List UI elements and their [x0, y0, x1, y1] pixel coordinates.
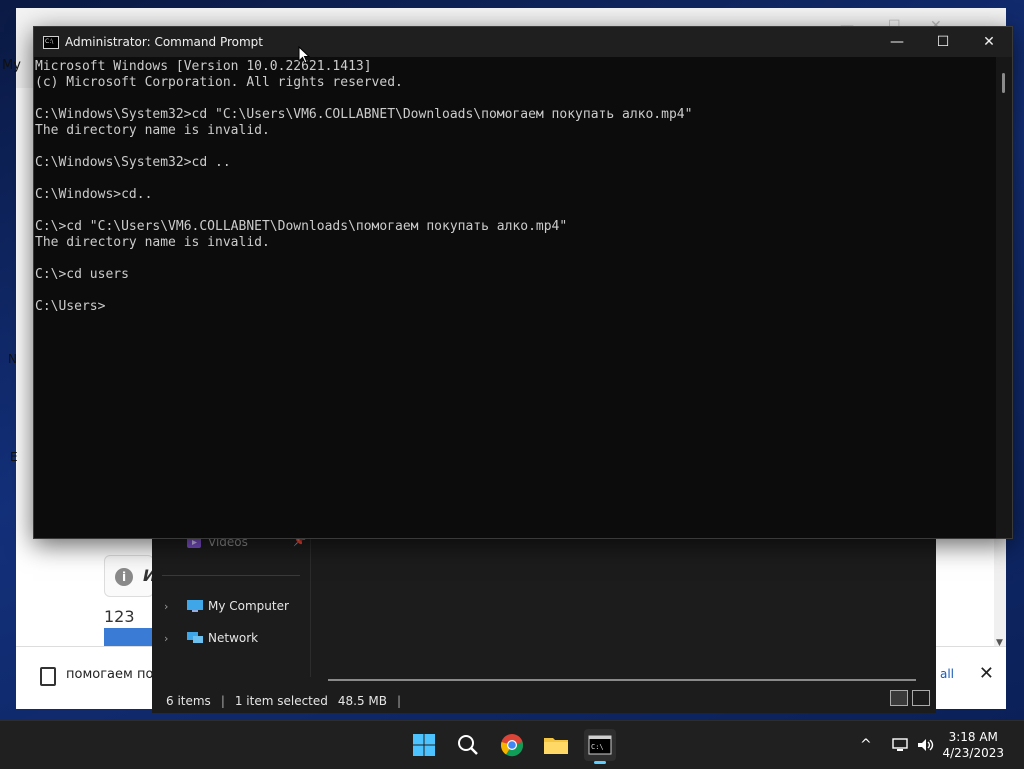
nav-item-network[interactable]: › Network	[152, 628, 258, 648]
svg-text:C:\: C:\	[591, 743, 604, 751]
maximize-button[interactable]: ☐	[920, 27, 966, 57]
nav-label-network: Network	[208, 631, 259, 645]
network-tray-icon[interactable]	[892, 721, 910, 769]
file-explorer-icon[interactable]	[540, 729, 572, 761]
start-icon[interactable]	[408, 729, 440, 761]
nav-item-my-computer[interactable]: › My Computer	[152, 596, 289, 616]
terminal-icon[interactable]: C:\	[584, 729, 616, 764]
selection-size: 48.5 MB	[337, 694, 388, 708]
file-icon	[40, 667, 56, 686]
scrollbar-thumb[interactable]	[1002, 73, 1005, 93]
console-line: The directory name is invalid.	[35, 235, 270, 250]
horizontal-scrollbar[interactable]	[328, 679, 916, 681]
console-line: C:\Windows>cd..	[35, 187, 153, 202]
item-count: 6 items	[166, 694, 211, 708]
background-text-my: My	[2, 58, 21, 73]
active-indicator	[594, 761, 606, 764]
mouse-pointer-icon	[298, 45, 311, 68]
console-line: C:\Windows\System32>cd "C:\Users\VM6.COL…	[35, 107, 693, 122]
clock-time: 3:18 AM	[948, 730, 998, 744]
minimize-button[interactable]: —	[874, 27, 920, 57]
clock-date: 4/23/2023	[942, 746, 1004, 760]
console-line: C:\>cd users	[35, 267, 129, 282]
status-separator: |	[397, 694, 402, 708]
close-button[interactable]: ✕	[966, 27, 1012, 57]
chevron-right-icon[interactable]: ›	[164, 600, 178, 613]
chrome-icon[interactable]	[496, 729, 528, 761]
info-icon: i	[115, 568, 133, 586]
status-separator: |	[220, 694, 225, 708]
download-bar-close-icon[interactable]: ✕	[979, 663, 994, 684]
download-file-name[interactable]: помогаем пок	[66, 667, 161, 682]
chevron-right-icon[interactable]: ›	[164, 632, 178, 645]
nav-separator	[162, 575, 300, 576]
console-line: C:\Windows\System32>cd ..	[35, 155, 231, 170]
file-explorer-window: Videos 📌 › My Computer › Network 6 items…	[152, 534, 936, 713]
console-line: (c) Microsoft Corporation. All rights re…	[35, 75, 403, 90]
status-bar: 6 items | 1 item selected 48.5 MB |	[166, 694, 401, 708]
command-prompt-window: C:\ Administrator: Command Prompt — ☐ ✕ …	[33, 26, 1013, 539]
console-line: C:\Users>	[35, 299, 106, 314]
details-view-icon[interactable]	[890, 690, 908, 706]
taskbar: C:\ ^ 3:18 AM 4/23/2023	[0, 720, 1024, 769]
computer-icon	[186, 599, 204, 613]
nav-label-my-computer: My Computer	[208, 599, 289, 613]
cmd-titlebar[interactable]: C:\ Administrator: Command Prompt — ☐ ✕	[34, 27, 1012, 57]
cmd-app-icon: C:\	[43, 36, 59, 49]
background-text-n: N	[8, 352, 17, 366]
network-icon	[186, 631, 204, 645]
navigation-pane: Videos 📌 › My Computer › Network	[152, 534, 311, 677]
info-box: i И	[104, 555, 156, 597]
tray-overflow-chevron[interactable]: ^	[860, 721, 872, 769]
search-icon[interactable]	[452, 729, 484, 761]
background-number: 123	[104, 607, 135, 626]
console-output[interactable]: Microsoft Windows [Version 10.0.22621.14…	[34, 57, 996, 538]
console-line: C:\>cd "C:\Users\VM6.COLLABNET\Downloads…	[35, 219, 568, 234]
cmd-title: Administrator: Command Prompt	[65, 35, 263, 49]
cmd-scrollbar[interactable]	[996, 57, 1012, 538]
view-toggle	[890, 690, 930, 706]
background-button[interactable]	[104, 628, 154, 646]
tiles-view-icon[interactable]	[912, 690, 930, 706]
chevron-up-icon[interactable]: ^	[860, 737, 872, 753]
background-text-e: E	[10, 450, 18, 464]
selection-count: 1 item selected	[234, 694, 328, 708]
volume-icon[interactable]	[916, 721, 936, 769]
console-line: Microsoft Windows [Version 10.0.22621.14…	[35, 59, 372, 74]
clock[interactable]: 3:18 AM 4/23/2023	[942, 729, 1004, 761]
console-line: The directory name is invalid.	[35, 123, 270, 138]
